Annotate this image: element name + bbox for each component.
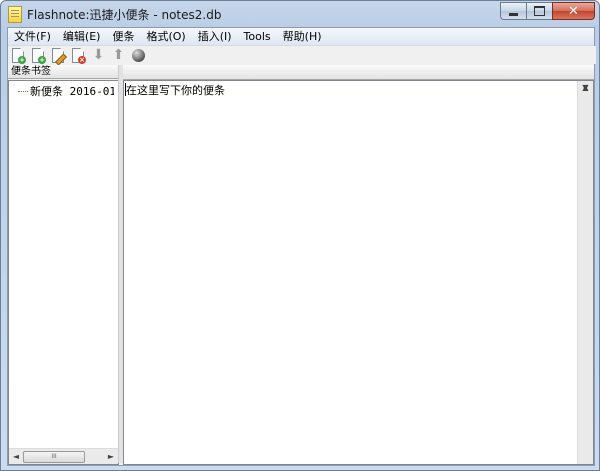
menu-help[interactable]: 帮助(H): [277, 28, 328, 45]
tree-connector: [18, 91, 28, 92]
vertical-scrollbar[interactable]: ▲ ▼: [577, 81, 593, 464]
maximize-button[interactable]: [526, 2, 552, 20]
menu-bar: 文件(F) 编辑(E) 便条 格式(O) 插入(I) Tools 帮助(H): [8, 28, 594, 46]
scroll-down-icon[interactable]: ▼: [578, 81, 593, 95]
globe-icon[interactable]: [130, 47, 147, 64]
menu-note[interactable]: 便条: [106, 28, 140, 45]
menu-file[interactable]: 文件(F): [8, 28, 57, 45]
bookmark-pane-header: 便条书签: [8, 65, 118, 79]
close-icon: ✕: [568, 3, 579, 19]
caption-buttons: ✕: [500, 2, 595, 21]
tree-clip: 新便条 2016-01-: [9, 81, 114, 101]
app-window: Flashnote:迅捷小便条 - notes2.db ✕ 文件(F) 编辑(E…: [0, 0, 600, 471]
edit-note-icon[interactable]: [50, 47, 68, 66]
add-badge-icon: +: [18, 55, 26, 64]
note-tree[interactable]: 新便条 2016-01- ◄ III ►: [8, 80, 119, 465]
editor-text[interactable]: 在这里写下你的便条: [126, 82, 225, 98]
app-note-icon[interactable]: [8, 6, 22, 23]
delete-badge-icon: ×: [78, 55, 86, 64]
toolbar: + + × ⬇ ⬆: [8, 46, 596, 66]
menu-edit[interactable]: 编辑(E): [57, 28, 107, 45]
new-child-note-icon[interactable]: +: [30, 47, 47, 64]
menu-insert[interactable]: 插入(I): [192, 28, 238, 45]
menu-tools[interactable]: Tools: [238, 28, 277, 45]
close-button[interactable]: ✕: [552, 2, 595, 20]
minimize-button[interactable]: [500, 2, 526, 20]
editor-header: [123, 65, 594, 80]
move-up-icon[interactable]: ⬆: [110, 47, 127, 64]
globe-shape: [132, 48, 145, 62]
minimize-icon: [509, 12, 518, 16]
note-editor[interactable]: 在这里写下你的便条 ▲ ▼: [123, 80, 594, 465]
move-down-icon[interactable]: ⬇: [90, 47, 107, 64]
window-title: Flashnote:迅捷小便条 - notes2.db: [27, 8, 222, 22]
tree-item-note[interactable]: 新便条 2016-01-: [30, 83, 114, 99]
title-bar[interactable]: Flashnote:迅捷小便条 - notes2.db ✕: [1, 1, 599, 27]
scroll-right-icon[interactable]: ►: [104, 449, 118, 464]
scroll-thumb[interactable]: III: [23, 451, 85, 463]
add-badge-icon: +: [38, 55, 46, 64]
scroll-left-icon[interactable]: ◄: [9, 449, 23, 464]
menu-format[interactable]: 格式(O): [140, 28, 191, 45]
new-note-icon[interactable]: +: [10, 47, 27, 64]
client-area: 文件(F) 编辑(E) 便条 格式(O) 插入(I) Tools 帮助(H) +…: [7, 27, 596, 466]
maximize-icon: [534, 6, 545, 16]
delete-note-icon[interactable]: ×: [70, 47, 87, 64]
horizontal-scrollbar[interactable]: ◄ III ►: [9, 448, 118, 464]
